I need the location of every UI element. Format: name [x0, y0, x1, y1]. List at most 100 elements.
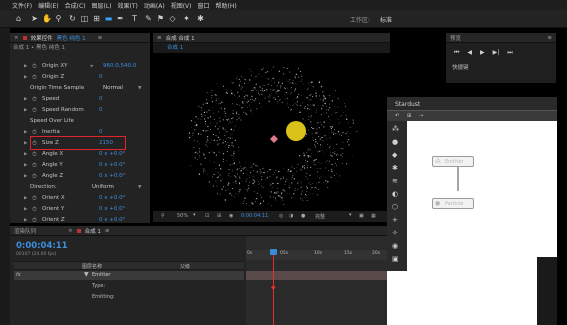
force-palette-icon[interactable]: ✱: [392, 164, 398, 172]
expand-triangle-icon[interactable]: ▶: [24, 215, 27, 226]
fit-icon[interactable]: ⊡: [205, 213, 209, 219]
home-icon[interactable]: ⌂: [14, 14, 23, 23]
viewer-timecode[interactable]: 0:00:04:11: [241, 213, 268, 219]
expand-triangle-icon[interactable]: ▶: [24, 94, 27, 105]
particle-palette-icon[interactable]: ●: [392, 138, 398, 146]
connect-icon[interactable]: ⇢: [419, 113, 423, 119]
selection-tool-icon[interactable]: ➤: [30, 14, 39, 23]
composition-tab[interactable]: 合成 合成 1: [166, 34, 195, 42]
crosshair-icon[interactable]: ⌖: [90, 61, 93, 72]
zoom-value[interactable]: 50%: [177, 213, 188, 219]
menu-composition[interactable]: 合成(C): [65, 1, 86, 10]
add-node-icon[interactable]: +: [392, 216, 398, 224]
parent-column[interactable]: 父级: [180, 263, 190, 270]
eraser-tool-icon[interactable]: ◇: [168, 14, 177, 23]
workspace-value[interactable]: 标准: [380, 15, 392, 24]
expand-triangle-icon[interactable]: ▶: [24, 171, 27, 182]
fx-row-angle-y[interactable]: ▶ ⏱ Angle Y 0 x +0.0°: [10, 160, 150, 171]
dropdown-value[interactable]: Uniform: [92, 182, 114, 193]
text-tool-icon[interactable]: T: [130, 14, 139, 23]
menu-effect[interactable]: 效果(T): [118, 1, 138, 10]
expand-triangle-icon[interactable]: ▶: [24, 61, 27, 72]
playhead-handle[interactable]: [270, 249, 277, 255]
roto-brush-tool-icon[interactable]: ✦: [182, 14, 191, 23]
panel-menu-icon[interactable]: ≡: [98, 35, 103, 41]
menu-window[interactable]: 窗口: [197, 1, 209, 10]
expand-triangle-icon[interactable]: ▶: [24, 193, 27, 204]
stopwatch-icon[interactable]: ⏱: [32, 105, 37, 116]
spin-palette-icon[interactable]: ◐: [392, 190, 398, 198]
fx-row-speed-over-life[interactable]: Speed Over Life: [10, 116, 150, 127]
particle-viewer[interactable]: [153, 53, 390, 211]
menu-help[interactable]: 帮助(H): [216, 1, 237, 10]
stopwatch-icon[interactable]: ⏱: [32, 72, 37, 83]
puppet-tool-icon[interactable]: ✱: [196, 14, 205, 23]
fx-row-origin-xy[interactable]: ▶ ⏱ Origin XY ⌖ 960.0,540.0: [10, 61, 150, 72]
expand-triangle-icon[interactable]: ▶: [24, 204, 27, 215]
stopwatch-icon[interactable]: ⏱: [32, 204, 37, 215]
grid-icon[interactable]: ⊞: [217, 213, 221, 219]
emitter-palette-icon[interactable]: ⁂: [392, 125, 399, 133]
panel-menu-icon[interactable]: ≡: [157, 35, 162, 41]
hand-tool-icon[interactable]: ✋: [42, 14, 52, 23]
menu-animation[interactable]: 动画(A): [144, 1, 165, 10]
chevron-down-icon[interactable]: ▼: [138, 83, 141, 94]
node-graph[interactable]: [407, 121, 557, 325]
layer-row[interactable]: fx ▼ Emitter: [14, 271, 244, 280]
layer-name-column[interactable]: 图层名称: [82, 263, 102, 270]
show-snapshot-icon[interactable]: ◑: [289, 213, 293, 219]
shape-palette-icon[interactable]: ⬡: [392, 203, 398, 211]
stopwatch-icon[interactable]: ⏱: [32, 215, 37, 226]
last-frame-icon[interactable]: ⏭: [507, 49, 512, 57]
chevron-down-icon[interactable]: ▼: [138, 182, 141, 193]
timeline-track-area[interactable]: 0s 05s 10s 15s 20s ◆: [246, 236, 391, 325]
undo-icon[interactable]: ↶: [395, 113, 399, 119]
expand-triangle-icon[interactable]: ▶: [24, 105, 27, 116]
fx-row-angle-z[interactable]: ▶ ⏱ Angle Z 0 x +0.0°: [10, 171, 150, 182]
expand-triangle-icon[interactable]: ▼: [84, 271, 89, 278]
expand-triangle-icon[interactable]: ▶: [24, 72, 27, 83]
mask-tool-icon[interactable]: ▬: [104, 14, 113, 23]
stopwatch-icon[interactable]: ⏱: [32, 61, 37, 72]
color-channel-icon[interactable]: ●: [301, 213, 305, 219]
fx-row-origin-z[interactable]: ▶ ⏱ Origin Z 0: [10, 72, 150, 83]
camera-icon[interactable]: ◉: [229, 213, 233, 219]
fx-row-origin-time-sample[interactable]: Origin Time Sample Normal ▼: [10, 83, 150, 94]
clone-stamp-tool-icon[interactable]: ⚑: [156, 14, 165, 23]
expand-triangle-icon[interactable]: ▶: [24, 160, 27, 171]
fx-row-speed-random[interactable]: ▶ ⏱ Speed Random 0: [10, 105, 150, 116]
region-icon[interactable]: ▣: [359, 213, 364, 219]
snapshot-icon[interactable]: ◎: [279, 213, 283, 219]
chevron-down-icon[interactable]: ▾: [193, 212, 196, 218]
fx-row-speed[interactable]: ▶ ⏱ Speed 0: [10, 94, 150, 105]
panel-menu-icon[interactable]: ≡: [105, 228, 110, 234]
pen-tool-icon[interactable]: ✒: [116, 14, 125, 23]
output-palette-icon[interactable]: ▣: [392, 255, 399, 263]
chevron-down-icon[interactable]: ▾: [349, 212, 352, 218]
fx-row-orient-y[interactable]: ▶ ⏱ Orient Y 0 x +0.0°: [10, 204, 150, 215]
expand-triangle-icon[interactable]: ▶: [24, 127, 27, 138]
effect-controls-target[interactable]: 黑色 纯色 1: [57, 34, 86, 42]
expand-triangle-icon[interactable]: ▶: [24, 149, 27, 160]
fx-row-angle-x[interactable]: ▶ ⏱ Angle X 0 x +0.0°: [10, 149, 150, 160]
play-icon[interactable]: ▶: [480, 49, 485, 57]
turbulence-palette-icon[interactable]: ≋: [392, 177, 398, 185]
rotate-tool-icon[interactable]: ↻: [68, 14, 77, 23]
menu-edit[interactable]: 编辑(E): [38, 1, 58, 10]
next-frame-icon[interactable]: ▶|: [493, 49, 500, 57]
dropdown-value[interactable]: Normal: [103, 83, 123, 94]
stopwatch-icon[interactable]: ⏱: [32, 171, 37, 182]
preview-title[interactable]: 预览: [450, 34, 461, 42]
close-icon[interactable]: ×: [68, 228, 73, 234]
timeline-timecode[interactable]: 0:00:04:11: [16, 241, 68, 251]
quality-value[interactable]: 完整: [315, 213, 325, 220]
light-palette-icon[interactable]: ✧: [392, 229, 398, 237]
model-palette-icon[interactable]: ◆: [392, 151, 397, 159]
panel-menu-icon[interactable]: ≡: [547, 35, 556, 41]
time-ruler[interactable]: 0s 05s 10s 15s 20s: [246, 250, 391, 260]
expand-triangle-icon[interactable]: ▶: [24, 138, 27, 149]
close-icon[interactable]: ×: [14, 35, 19, 41]
fx-icon[interactable]: fx: [16, 272, 21, 278]
keyframe-icon[interactable]: ◆: [271, 284, 276, 291]
composition-subtab[interactable]: 合成 1: [153, 43, 390, 53]
